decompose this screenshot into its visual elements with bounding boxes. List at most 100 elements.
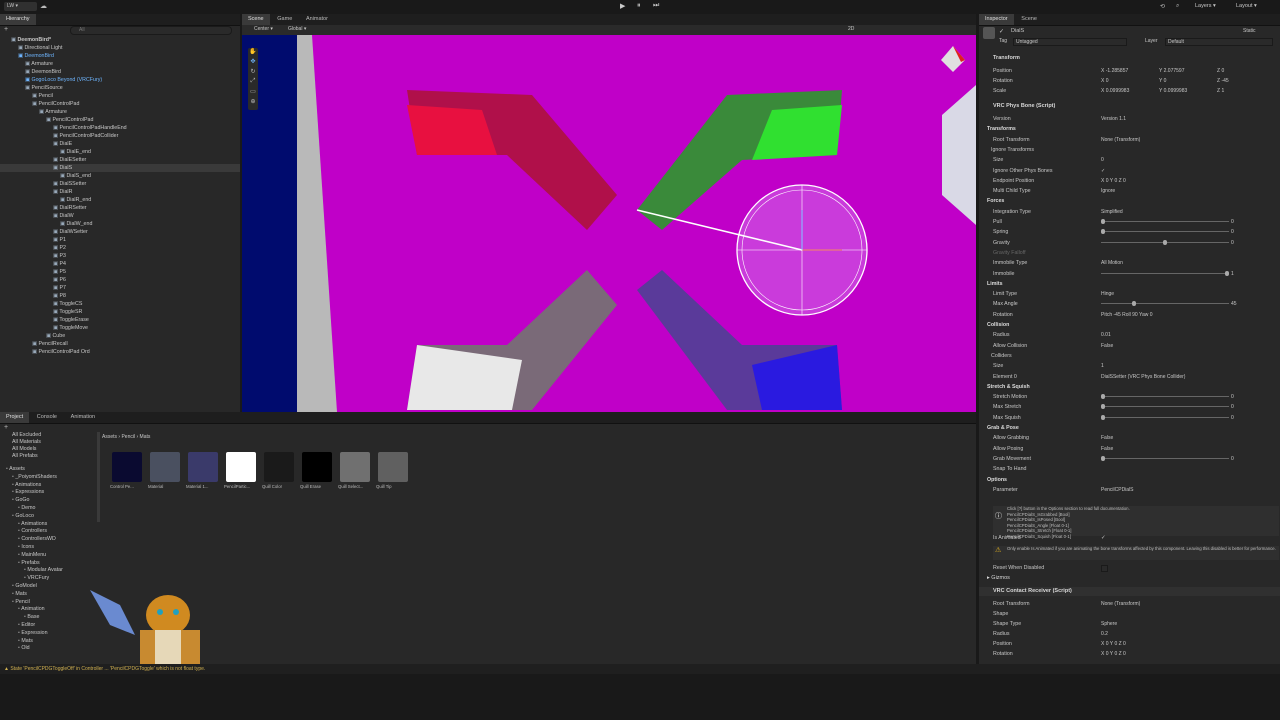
slider-track[interactable] bbox=[1101, 414, 1229, 420]
hand-tool-icon[interactable]: ✋ bbox=[248, 48, 258, 58]
folder-item[interactable]: ▪ ControllersWD bbox=[2, 536, 97, 544]
rect-tool-icon[interactable]: ▭ bbox=[248, 88, 258, 98]
slider-track[interactable] bbox=[1101, 301, 1229, 307]
space-dropdown[interactable]: Global ▾ bbox=[288, 26, 306, 32]
favorite-item[interactable]: All Models bbox=[2, 446, 97, 453]
folder-item[interactable]: ▪ Prefabs bbox=[2, 560, 97, 568]
dropdown-field[interactable]: Simplified bbox=[1101, 207, 1123, 217]
favorite-item[interactable]: All Prefabs bbox=[2, 453, 97, 460]
hierarchy-item[interactable]: ▣ PencilControlPadCollider bbox=[0, 132, 240, 140]
folder-item[interactable]: ▪ Animations bbox=[2, 482, 97, 490]
tab-animator[interactable]: Animator bbox=[300, 14, 334, 25]
favorite-item[interactable]: All Excluded bbox=[2, 432, 97, 439]
tab-game[interactable]: Game bbox=[271, 14, 298, 25]
status-bar[interactable]: ▲ State 'PencilCPDGToggleOff' in Control… bbox=[0, 664, 1280, 674]
hierarchy-item[interactable]: ▣ PencilControlPadHandleEnd bbox=[0, 124, 240, 132]
folder-item[interactable]: ▪ Assets bbox=[2, 466, 97, 474]
folder-item[interactable]: ▪ MainMenu bbox=[2, 552, 97, 560]
value-field[interactable]: None (Transform) bbox=[1101, 599, 1140, 609]
project-scrollbar[interactable] bbox=[97, 432, 100, 522]
hierarchy-item[interactable]: ▣ DialW_end bbox=[0, 220, 240, 228]
value-field[interactable]: X 0 Y 0 Z 0 bbox=[1101, 176, 1126, 186]
dropdown-field[interactable]: False bbox=[1101, 444, 1113, 454]
value-field[interactable]: PencilCPDialS bbox=[1101, 485, 1134, 495]
hierarchy-item[interactable]: ▣ P7 bbox=[0, 284, 240, 292]
slider-value[interactable]: 0 bbox=[1231, 413, 1234, 423]
hierarchy-item[interactable]: ▣ DialE bbox=[0, 140, 240, 148]
tab-console[interactable]: Console bbox=[31, 412, 63, 423]
slider-track[interactable] bbox=[1101, 455, 1229, 461]
hierarchy-item[interactable]: ▣ DialS bbox=[0, 164, 240, 172]
value-field[interactable]: 0 bbox=[1101, 155, 1104, 165]
asset-thumbnail[interactable] bbox=[188, 452, 218, 482]
2d-toggle[interactable]: 2D bbox=[848, 26, 854, 32]
hierarchy-item[interactable]: ▣ Armature bbox=[0, 108, 240, 116]
slider-value[interactable]: 0 bbox=[1231, 392, 1234, 402]
scale-tool-icon[interactable]: ⤢ bbox=[248, 78, 258, 88]
hierarchy-item[interactable]: ▣ DialSSetter bbox=[0, 180, 240, 188]
value-field[interactable]: 1 bbox=[1101, 361, 1104, 371]
physbone-header[interactable]: VRC Phys Bone (Script) bbox=[979, 102, 1280, 111]
slider-value[interactable]: 0 bbox=[1231, 227, 1234, 237]
cloud-icon[interactable]: ☁ bbox=[40, 3, 49, 11]
layout-dropdown[interactable]: Layout ▾ bbox=[1236, 3, 1257, 9]
hierarchy-item[interactable]: ▣ DeemonBird* bbox=[0, 36, 240, 44]
value-field[interactable]: Sphere bbox=[1101, 619, 1117, 629]
folder-item[interactable]: ▪ Controllers bbox=[2, 528, 97, 536]
add-icon[interactable]: + bbox=[4, 26, 14, 34]
slider-handle[interactable] bbox=[1225, 270, 1229, 276]
project-add-icon[interactable]: + bbox=[4, 424, 8, 431]
hierarchy-item[interactable]: ▣ PencilControlPad Ord bbox=[0, 348, 240, 356]
slider-track[interactable] bbox=[1101, 404, 1229, 410]
hierarchy-search-input[interactable]: All bbox=[70, 26, 232, 35]
move-tool-icon[interactable]: ✥ bbox=[248, 58, 258, 68]
slider-value[interactable]: 1 bbox=[1231, 269, 1234, 279]
tab-scene[interactable]: Scene bbox=[242, 14, 270, 25]
folder-item[interactable]: ▪ Animations bbox=[2, 521, 97, 529]
dropdown-field[interactable]: Hinge bbox=[1101, 289, 1114, 299]
layer-dropdown[interactable]: Default bbox=[1165, 38, 1273, 46]
tab-project[interactable]: Project bbox=[0, 412, 30, 423]
hierarchy-item[interactable]: ▣ Pencil bbox=[0, 92, 240, 100]
hierarchy-item[interactable]: ▣ DialESetter bbox=[0, 156, 240, 164]
hierarchy-item[interactable]: ▣ DialRSetter bbox=[0, 204, 240, 212]
favorite-item[interactable]: All Materials bbox=[2, 439, 97, 446]
dropdown-field[interactable]: False bbox=[1101, 341, 1113, 351]
folder-item[interactable]: ▪ _PoiyomiShaders bbox=[2, 474, 97, 482]
slider-track[interactable] bbox=[1101, 229, 1229, 235]
hierarchy-item[interactable]: ▣ DeemonBird bbox=[0, 52, 240, 60]
rotation-y[interactable]: Y 0 bbox=[1159, 76, 1166, 86]
hierarchy-item[interactable]: ▣ PencilControlPad bbox=[0, 116, 240, 124]
value-field[interactable]: 0.2 bbox=[1101, 629, 1108, 639]
tab-animation[interactable]: Animation bbox=[65, 412, 101, 423]
history-icon[interactable]: ⟲ bbox=[1160, 3, 1165, 10]
value-field[interactable]: None (Transform) bbox=[1101, 135, 1140, 145]
scale-z[interactable]: Z 1 bbox=[1217, 86, 1224, 96]
hierarchy-item[interactable]: ▣ ToggleMove bbox=[0, 324, 240, 332]
hierarchy-item[interactable]: ▣ P6 bbox=[0, 276, 240, 284]
slider-track[interactable] bbox=[1101, 239, 1229, 245]
hierarchy-item[interactable]: ▣ P4 bbox=[0, 260, 240, 268]
hierarchy-item[interactable]: ▣ DialS_end bbox=[0, 172, 240, 180]
hierarchy-item[interactable]: ▣ P3 bbox=[0, 252, 240, 260]
folder-item[interactable]: ▪ Demo bbox=[2, 505, 97, 513]
hierarchy-item[interactable]: ▣ ToggleSR bbox=[0, 308, 240, 316]
contact-receiver-header[interactable]: VRC Contact Receiver (Script) bbox=[979, 587, 1280, 596]
hierarchy-item[interactable]: ▣ P8 bbox=[0, 292, 240, 300]
hierarchy-item[interactable]: ▣ Cube bbox=[0, 332, 240, 340]
hierarchy-item[interactable]: ▣ DialE_end bbox=[0, 148, 240, 156]
step-button[interactable]: ⏭ bbox=[653, 2, 659, 10]
scale-y[interactable]: Y 0.0999983 bbox=[1159, 86, 1187, 96]
pivot-dropdown[interactable]: Center ▾ bbox=[254, 26, 273, 32]
asset-thumbnail[interactable] bbox=[264, 452, 294, 482]
tab-scene-inspector[interactable]: Scene bbox=[1015, 14, 1043, 25]
hierarchy-item[interactable]: ▣ ToggleErase bbox=[0, 316, 240, 324]
value-field[interactable]: Pitch -45 Roll 90 Yaw 0 bbox=[1101, 310, 1153, 320]
hierarchy-item[interactable]: ▣ PencilSource bbox=[0, 84, 240, 92]
hierarchy-item[interactable]: ▣ P1 bbox=[0, 236, 240, 244]
tab-hierarchy[interactable]: Hierarchy bbox=[0, 14, 36, 25]
search-icon[interactable]: ⌕ bbox=[1176, 3, 1179, 10]
hierarchy-item[interactable]: ▣ DialW bbox=[0, 212, 240, 220]
dropdown-field[interactable]: False bbox=[1101, 433, 1113, 443]
folder-item[interactable]: ▪ GoGo bbox=[2, 497, 97, 505]
